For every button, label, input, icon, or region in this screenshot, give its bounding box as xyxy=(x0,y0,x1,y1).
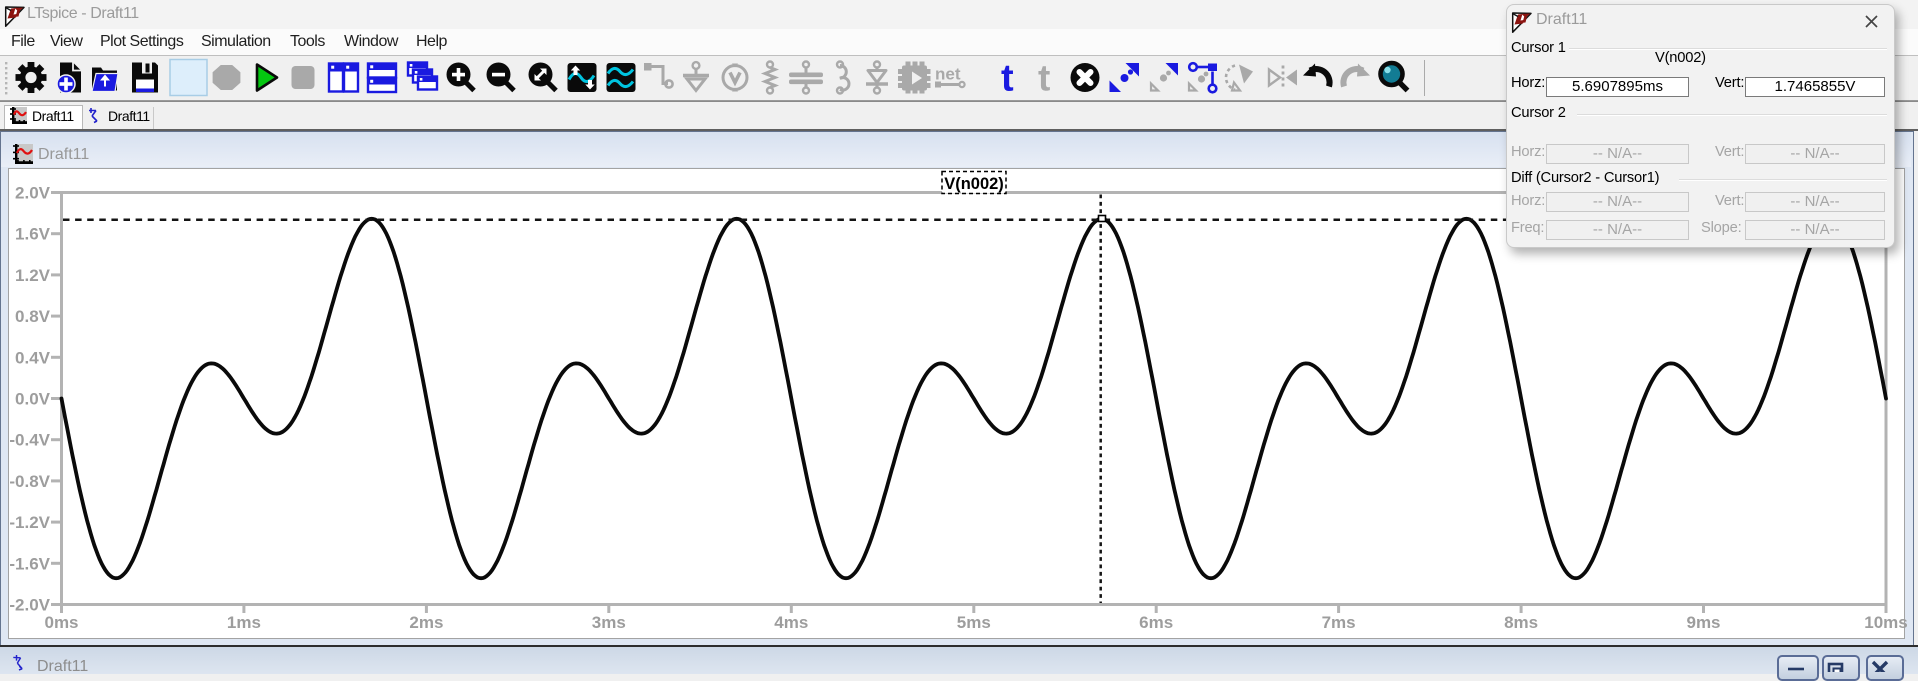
svg-text:0ms: 0ms xyxy=(44,613,78,632)
svg-text:t: t xyxy=(1001,58,1014,100)
svg-text:-1.6V: -1.6V xyxy=(9,554,50,573)
svg-text:3ms: 3ms xyxy=(592,613,626,632)
svg-text:t: t xyxy=(1038,58,1050,99)
svg-text:0.0V: 0.0V xyxy=(15,390,51,409)
svg-text:6ms: 6ms xyxy=(1139,613,1173,632)
svg-text:-0.4V: -0.4V xyxy=(9,431,50,450)
svg-text:net: net xyxy=(935,65,961,84)
svg-text:4ms: 4ms xyxy=(774,613,808,632)
svg-text:8ms: 8ms xyxy=(1504,613,1538,632)
svg-text:0.4V: 0.4V xyxy=(15,348,51,367)
svg-text:-2.0V: -2.0V xyxy=(9,596,50,615)
svg-text:-1.2V: -1.2V xyxy=(9,513,50,532)
svg-text:10ms: 10ms xyxy=(1864,613,1907,632)
svg-text:2.0V: 2.0V xyxy=(15,184,51,203)
svg-text:1.2V: 1.2V xyxy=(15,266,51,285)
svg-text:0.8V: 0.8V xyxy=(15,307,51,326)
svg-text:V(n002): V(n002) xyxy=(944,175,1004,193)
svg-text:9ms: 9ms xyxy=(1686,613,1720,632)
svg-text:1ms: 1ms xyxy=(227,613,261,632)
svg-text:1.6V: 1.6V xyxy=(15,225,51,244)
svg-text:2ms: 2ms xyxy=(409,613,443,632)
svg-text:7ms: 7ms xyxy=(1322,613,1356,632)
svg-text:5ms: 5ms xyxy=(957,613,991,632)
svg-text:-0.8V: -0.8V xyxy=(9,472,50,491)
